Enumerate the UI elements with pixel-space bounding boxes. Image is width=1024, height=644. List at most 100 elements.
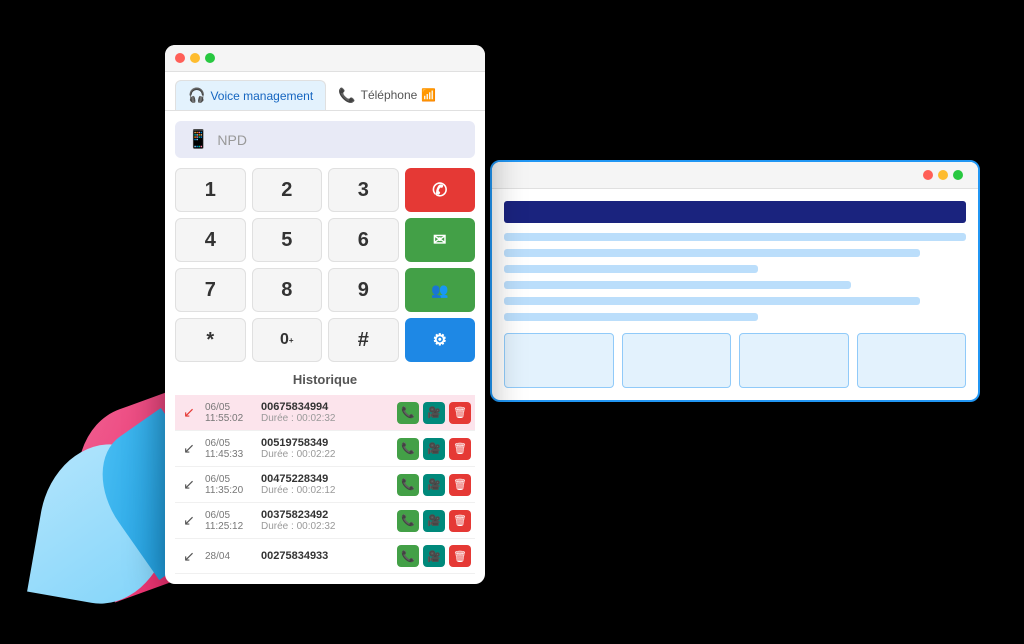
history-item-0: ↙ 06/05 11:55:02 00675834994 Durée : 00:… — [175, 395, 475, 431]
dialpad-contacts[interactable]: 👥 — [405, 268, 476, 312]
titlebar-dot-red — [175, 53, 185, 63]
browser-dot-red — [923, 170, 933, 180]
call-number-col-2: 00475228349 Durée : 00:02:12 — [261, 473, 397, 496]
call-number-col-3: 00375823492 Durée : 00:02:32 — [261, 509, 397, 532]
dialpad-settings[interactable]: ⚙ — [405, 318, 476, 362]
dialpad-6[interactable]: 6 — [328, 218, 399, 262]
history-list: ↙ 06/05 11:55:02 00675834994 Durée : 00:… — [175, 395, 475, 574]
delete-btn-3[interactable]: 🗑 — [449, 510, 471, 532]
call-number-col-4: 00275834933 — [261, 550, 397, 562]
callback-btn-1[interactable]: 📞 — [397, 438, 419, 460]
delete-btn-1[interactable]: 🗑 — [449, 438, 471, 460]
call-date-0: 06/05 — [205, 402, 255, 413]
received-call-icon-1: ↙ — [179, 440, 199, 457]
tab-telephone[interactable]: 📞 Téléphone 📶 — [326, 80, 448, 110]
call-actions-2: 📞 🎥 🗑 — [397, 474, 471, 496]
browser-line-2 — [504, 249, 920, 257]
telephone-tab-label: Téléphone — [361, 88, 418, 102]
browser-window — [490, 160, 980, 402]
callback-btn-2[interactable]: 📞 — [397, 474, 419, 496]
video-btn-2[interactable]: 🎥 — [423, 474, 445, 496]
call-time-2: 06/05 11:35:20 — [205, 474, 255, 496]
dialpad-hangup[interactable]: ✆ — [405, 168, 476, 212]
phone-display[interactable]: 📱 NPD — [175, 121, 475, 158]
callback-btn-3[interactable]: 📞 — [397, 510, 419, 532]
call-number-0: 00675834994 — [261, 401, 397, 413]
call-time-1: 06/05 11:45:33 — [205, 438, 255, 460]
browser-dot-yellow — [938, 170, 948, 180]
call-number-col-1: 00519758349 Durée : 00:02:22 — [261, 437, 397, 460]
browser-card-3 — [739, 333, 849, 388]
dialpad-5[interactable]: 5 — [252, 218, 323, 262]
call-duration-3: Durée : 00:02:32 — [261, 521, 397, 532]
call-duration-0: Durée : 00:02:32 — [261, 413, 397, 424]
dialpad-3[interactable]: 3 — [328, 168, 399, 212]
received-call-icon-2: ↙ — [179, 476, 199, 493]
call-date-3: 06/05 — [205, 510, 255, 521]
dialpad-2[interactable]: 2 — [252, 168, 323, 212]
browser-card-1 — [504, 333, 614, 388]
browser-card-2 — [622, 333, 732, 388]
dialpad-7[interactable]: 7 — [175, 268, 246, 312]
callback-btn-4[interactable]: 📞 — [397, 545, 419, 567]
phone-display-icon: 📱 — [187, 129, 209, 150]
call-number-2: 00475228349 — [261, 473, 397, 485]
tab-voice-management[interactable]: 🎧 Voice management — [175, 80, 326, 110]
dialpad-9[interactable]: 9 — [328, 268, 399, 312]
call-time-val-1: 11:45:33 — [205, 449, 255, 460]
call-number-3: 00375823492 — [261, 509, 397, 521]
phone-tabs: 🎧 Voice management 📞 Téléphone 📶 — [165, 72, 485, 111]
delete-btn-2[interactable]: 🗑 — [449, 474, 471, 496]
dialpad-hash[interactable]: # — [328, 318, 399, 362]
browser-cards — [504, 333, 966, 388]
history-title: Historique — [175, 372, 475, 387]
dialpad-email[interactable]: ✉ — [405, 218, 476, 262]
video-btn-4[interactable]: 🎥 — [423, 545, 445, 567]
dialpad-4[interactable]: 4 — [175, 218, 246, 262]
callback-btn-0[interactable]: 📞 — [397, 402, 419, 424]
browser-line-6 — [504, 313, 758, 321]
call-time-3: 06/05 11:25:12 — [205, 510, 255, 532]
voice-tab-icon: 🎧 — [188, 87, 205, 104]
video-btn-0[interactable]: 🎥 — [423, 402, 445, 424]
dialpad-star[interactable]: * — [175, 318, 246, 362]
call-actions-4: 📞 🎥 🗑 — [397, 545, 471, 567]
call-number-4: 00275834933 — [261, 550, 397, 562]
history-item-1: ↙ 06/05 11:45:33 00519758349 Durée : 00:… — [175, 431, 475, 467]
telephone-tab-icon: 📞 — [338, 87, 355, 104]
dialpad: 1 2 3 ✆ 4 5 6 ✉ 7 8 9 👥 * 0+ # ⚙ — [175, 168, 475, 362]
call-time-0: 06/05 11:55:02 — [205, 402, 255, 424]
history-item-3: ↙ 06/05 11:25:12 00375823492 Durée : 00:… — [175, 503, 475, 539]
call-date-2: 06/05 — [205, 474, 255, 485]
call-number-col-0: 00675834994 Durée : 00:02:32 — [261, 401, 397, 424]
call-time-val-3: 11:25:12 — [205, 521, 255, 532]
missed-call-icon-0: ↙ — [179, 404, 199, 421]
call-time-val-0: 11:55:02 — [205, 413, 255, 424]
received-call-icon-3: ↙ — [179, 512, 199, 529]
browser-card-4 — [857, 333, 967, 388]
phone-window: 🎧 Voice management 📞 Téléphone 📶 📱 NPD 1… — [165, 45, 485, 584]
call-duration-2: Durée : 00:02:12 — [261, 485, 397, 496]
call-time-val-2: 11:35:20 — [205, 485, 255, 496]
call-date-4: 28/04 — [205, 551, 255, 562]
call-actions-3: 📞 🎥 🗑 — [397, 510, 471, 532]
browser-dot-green — [953, 170, 963, 180]
delete-btn-4[interactable]: 🗑 — [449, 545, 471, 567]
dialpad-1[interactable]: 1 — [175, 168, 246, 212]
history-item-2: ↙ 06/05 11:35:20 00475228349 Durée : 00:… — [175, 467, 475, 503]
titlebar-dot-yellow — [190, 53, 200, 63]
dialpad-8[interactable]: 8 — [252, 268, 323, 312]
received-call-icon-4: ↙ — [179, 548, 199, 565]
video-btn-3[interactable]: 🎥 — [423, 510, 445, 532]
dialpad-0[interactable]: 0+ — [252, 318, 323, 362]
video-btn-1[interactable]: 🎥 — [423, 438, 445, 460]
titlebar-dot-green — [205, 53, 215, 63]
phone-body: 📱 NPD 1 2 3 ✆ 4 5 6 ✉ 7 8 9 👥 * 0+ # ⚙ H… — [165, 111, 485, 584]
browser-line-5 — [504, 297, 920, 305]
history-item-4: ↙ 28/04 00275834933 📞 🎥 🗑 — [175, 539, 475, 574]
call-duration-1: Durée : 00:02:22 — [261, 449, 397, 460]
delete-btn-0[interactable]: 🗑 — [449, 402, 471, 424]
call-date-1: 06/05 — [205, 438, 255, 449]
browser-line-3 — [504, 265, 758, 273]
browser-line-1 — [504, 233, 966, 241]
